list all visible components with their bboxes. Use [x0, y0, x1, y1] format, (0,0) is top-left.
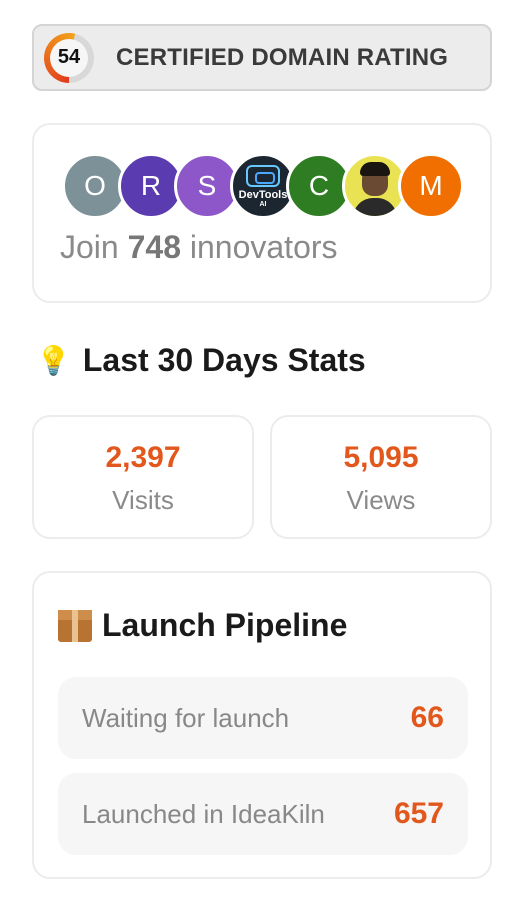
pipeline-heading: Launch Pipeline: [58, 607, 347, 644]
innovator-count: 748: [127, 229, 181, 265]
pipeline-title: Launch Pipeline: [102, 607, 348, 643]
pipeline-row-value: 657: [393, 797, 444, 830]
visits-card: 2,397 Visits: [32, 415, 254, 539]
stats-title: Last 30 Days Stats: [82, 342, 366, 378]
rating-gauge: 54: [44, 32, 94, 83]
pipeline-row-label: Waiting for launch: [82, 702, 290, 733]
avatar-m: M: [398, 153, 464, 219]
pipeline-row-waiting[interactable]: Waiting for launch 66: [58, 677, 468, 759]
avatar-photo-hair: [360, 162, 390, 176]
visits-value: 2,397: [105, 441, 181, 474]
pipeline-row-value: 66: [410, 701, 444, 734]
views-value: 5,095: [343, 441, 419, 474]
join-text: Join 748 innovators: [60, 229, 338, 266]
avatar-photo-body: [353, 198, 397, 216]
devtools-logo-text: DevTools: [238, 188, 288, 201]
pipeline-row-label: Launched in IdeaKiln: [82, 798, 325, 829]
join-card[interactable]: O R S DevTools AI C M Join 748 innovators: [32, 123, 492, 303]
pipeline-row-launched[interactable]: Launched in IdeaKiln 657: [58, 773, 468, 855]
launch-pipeline-card: Launch Pipeline Waiting for launch 66 La…: [32, 571, 492, 879]
devtools-logo-icon: [246, 164, 280, 187]
views-card: 5,095 Views: [270, 415, 492, 539]
stats-heading: 💡 Last 30 Days Stats: [36, 342, 366, 379]
lightbulb-icon: 💡: [36, 345, 71, 376]
views-label: Views: [346, 485, 416, 515]
page: 54 CERTIFIED DOMAIN RATING O R S DevTools AI…: [0, 0, 516, 898]
rating-label: CERTIFIED DOMAIN RATING: [116, 43, 449, 71]
devtools-logo-subtext: AI: [259, 200, 267, 208]
rating-score: 54: [50, 38, 88, 77]
join-prefix: Join: [60, 229, 119, 265]
domain-rating-badge[interactable]: 54 CERTIFIED DOMAIN RATING: [32, 24, 492, 91]
package-icon: [58, 609, 92, 642]
visits-label: Visits: [112, 485, 174, 515]
join-suffix: innovators: [189, 229, 338, 265]
